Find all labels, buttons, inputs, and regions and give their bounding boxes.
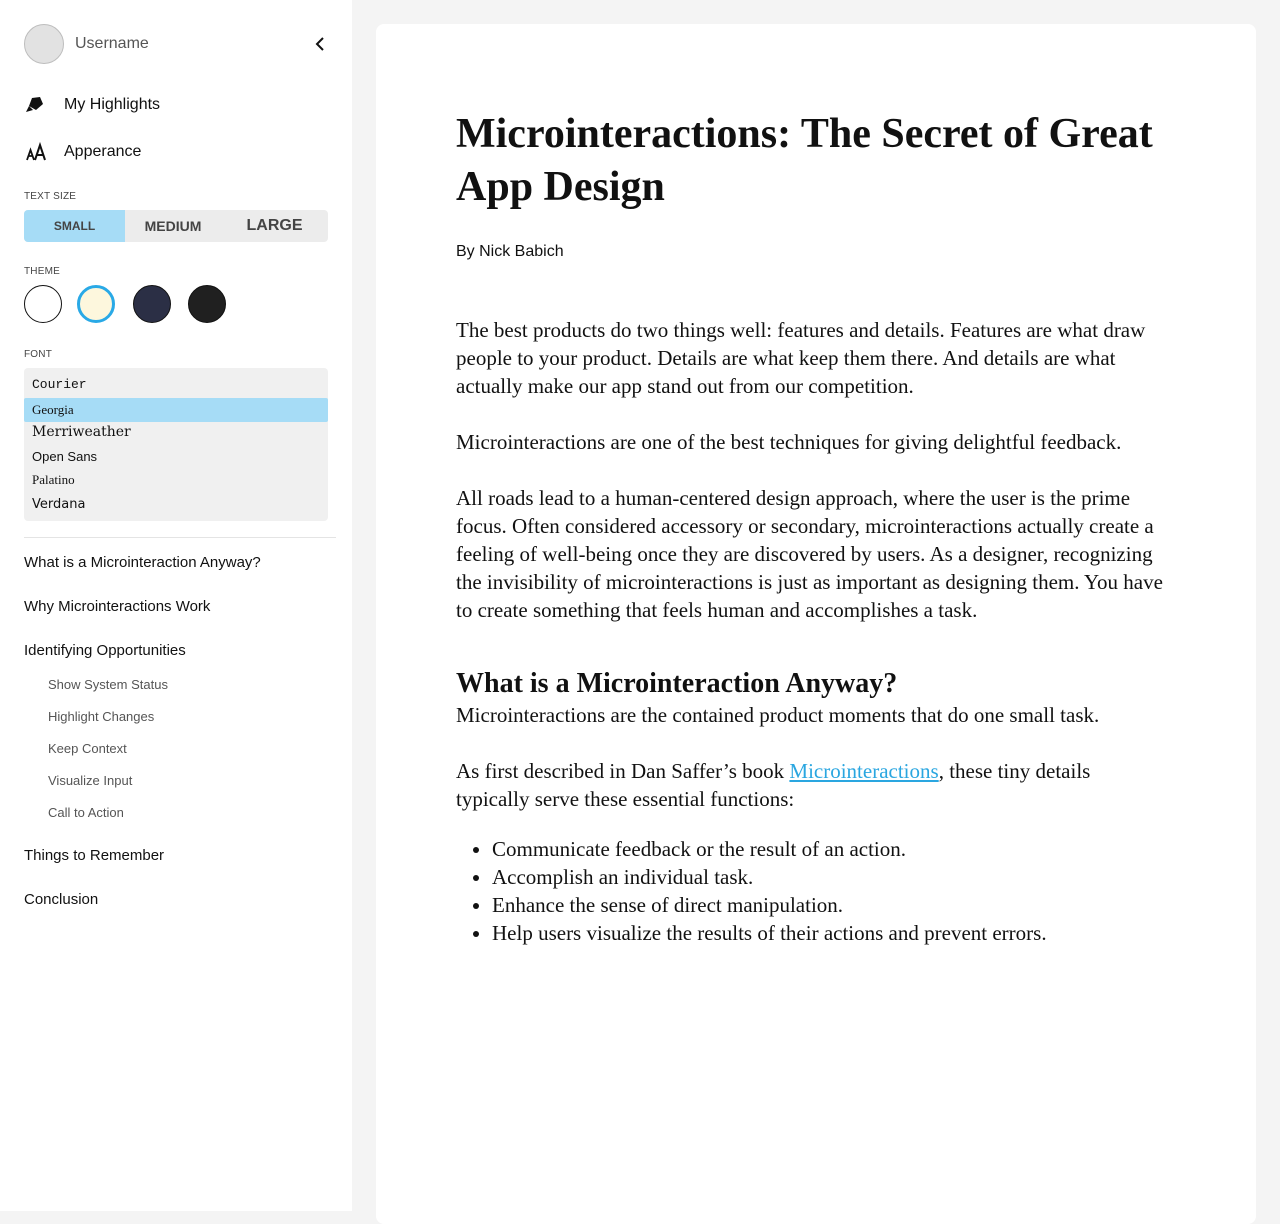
section-heading: What is a Microinteraction Anyway?	[456, 668, 898, 699]
font-option-merriweather[interactable]: Merriweather	[24, 420, 328, 444]
toc-subitem[interactable]: Call to Action	[48, 805, 124, 820]
font-option-courier[interactable]: Courier	[24, 372, 328, 396]
article-paragraph: The best products do two things well: fe…	[456, 318, 1146, 398]
font-option-palatino[interactable]: Palatino	[24, 468, 328, 492]
nav-my-highlights[interactable]: My Highlights	[24, 92, 160, 118]
list-item: Accomplish an individual task.	[492, 863, 1176, 891]
article-paragraph: Microinteractions are the contained prod…	[456, 703, 1100, 727]
toc-item[interactable]: Why Microinteractions Work	[24, 598, 210, 615]
article-paragraph: Microinteractions are one of the best te…	[456, 430, 1122, 454]
article-paragraph: All roads lead to a human-centered desig…	[456, 486, 1163, 622]
theme-swatch-black[interactable]	[188, 285, 226, 323]
toc-item[interactable]: Things to Remember	[24, 847, 164, 864]
font-option-open-sans[interactable]: Open Sans	[24, 444, 328, 468]
sidebar: Username My Highlights Apperance TEXT SI…	[0, 0, 352, 1211]
text-size-icon	[24, 139, 50, 165]
article-paragraph: typically serve these essential function…	[456, 787, 795, 811]
username: Username	[75, 35, 149, 52]
font-label: FONT	[24, 349, 53, 360]
text-size-small[interactable]: SMALL	[24, 210, 125, 242]
nav-label: Apperance	[64, 143, 142, 160]
theme-swatches	[24, 285, 244, 325]
text-size-large[interactable]: LARGE	[221, 210, 328, 242]
nav-label: My Highlights	[64, 96, 161, 113]
text-size-medium[interactable]: MEDIUM	[125, 210, 221, 242]
toc-subitem[interactable]: Show System Status	[48, 677, 168, 692]
avatar[interactable]	[24, 24, 64, 64]
theme-label: THEME	[24, 266, 60, 277]
list-item: Communicate feedback or the result of an…	[492, 835, 1176, 863]
microinteractions-book-link[interactable]: Microinteractions	[789, 759, 938, 783]
toc-subitem[interactable]: Keep Context	[48, 741, 127, 756]
clipped-line: typically serve these essential function…	[456, 785, 1176, 813]
theme-swatch-white[interactable]	[24, 285, 62, 323]
toc-item[interactable]: What is a Microinteraction Anyway?	[24, 554, 261, 571]
nav-appearance[interactable]: Apperance	[24, 139, 141, 165]
chevron-left-icon[interactable]	[310, 34, 330, 54]
saffer-text-after: , these tiny details	[938, 759, 1091, 783]
article-title: Microinteractions: The Secret of Great A…	[456, 111, 1153, 210]
theme-swatch-sepia[interactable]	[77, 285, 115, 323]
toc-subitem[interactable]: Highlight Changes	[48, 709, 154, 724]
article-card: Microinteractions: The Secret of Great A…	[376, 24, 1256, 1224]
sidebar-divider	[24, 537, 336, 538]
list-item: Help users visualize the results of thei…	[492, 919, 1176, 947]
font-option-georgia[interactable]: Georgia	[24, 398, 328, 422]
article-byline: By Nick Babich	[456, 243, 564, 260]
toc-subitem[interactable]: Visualize Input	[48, 773, 132, 788]
article-paragraph: As first described in Dan Saffer’s book …	[456, 757, 1176, 785]
font-option-verdana[interactable]: Verdana	[24, 492, 328, 516]
highlighter-icon	[24, 92, 50, 118]
toc-item[interactable]: Conclusion	[24, 891, 98, 908]
font-list: Courier Georgia Merriweather Open Sans P…	[24, 368, 328, 521]
list-item: Enhance the sense of direct manipulation…	[492, 891, 1176, 919]
toc-item[interactable]: Identifying Opportunities	[24, 642, 186, 659]
theme-swatch-navy[interactable]	[133, 285, 171, 323]
function-list: Communicate feedback or the result of an…	[456, 835, 1176, 947]
text-size-segmented-control: SMALL MEDIUM LARGE	[24, 210, 328, 242]
text-size-label: TEXT SIZE	[24, 191, 77, 202]
user-row: Username	[24, 24, 336, 64]
saffer-text-before: As first described in Dan Saffer’s book	[456, 759, 790, 783]
article: Microinteractions: The Secret of Great A…	[456, 108, 1176, 947]
